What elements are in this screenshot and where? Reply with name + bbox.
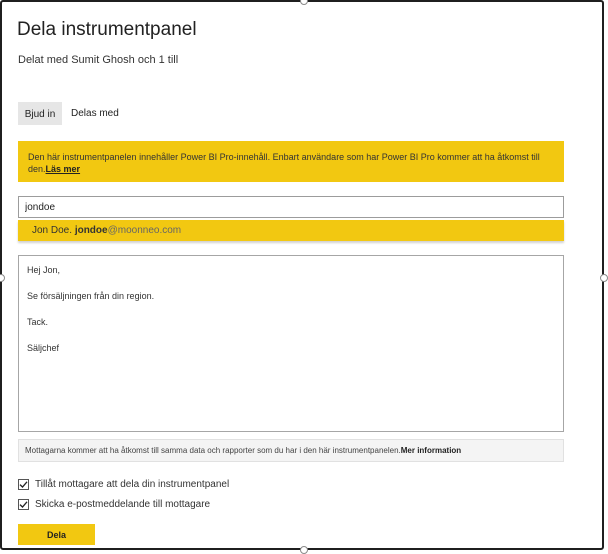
tab-shared-with[interactable]: Delas med bbox=[71, 102, 119, 125]
send-email-option[interactable]: Skicka e-postmeddelande till mottagare bbox=[18, 497, 210, 511]
suggestion-name: Jon Doe. bbox=[32, 225, 73, 236]
share-button[interactable]: Dela bbox=[18, 524, 95, 545]
allow-reshare-checkbox[interactable] bbox=[18, 478, 29, 490]
shared-with-summary: Delat med Sumit Ghosh och 1 till bbox=[18, 54, 179, 66]
resize-handle-right[interactable] bbox=[600, 274, 608, 282]
access-info-bar: Mottagarna kommer att ha åtkomst till sa… bbox=[18, 439, 564, 462]
allow-reshare-label: Tillåt mottagare att dela din instrument… bbox=[35, 478, 230, 490]
share-dashboard-dialog: Dela instrumentpanel Delat med Sumit Gho… bbox=[0, 0, 608, 554]
recipient-suggestion[interactable]: Jon Doe. jondoe@moonneo.com bbox=[18, 220, 564, 241]
message-textarea[interactable]: Hej Jon, Se försäljningen från din regio… bbox=[18, 255, 564, 432]
allow-reshare-option[interactable]: Tillåt mottagare att dela din instrument… bbox=[18, 477, 229, 491]
banner-text: Den här instrumentpanelen innehåller Pow… bbox=[28, 152, 540, 174]
resize-handle-top[interactable] bbox=[300, 0, 308, 5]
suggestion-email-match: jondoe bbox=[74, 225, 108, 236]
send-email-label: Skicka e-postmeddelande till mottagare bbox=[35, 498, 211, 510]
tab-invite[interactable]: Bjud in bbox=[18, 102, 62, 125]
access-info-text: Mottagarna kommer att ha åtkomst till sa… bbox=[25, 446, 401, 455]
checkmark-icon bbox=[19, 500, 28, 508]
dialog-title: Dela instrumentpanel bbox=[17, 19, 197, 40]
message-line: Hej Jon, bbox=[27, 265, 61, 275]
more-info-link[interactable]: Mer information bbox=[401, 446, 461, 455]
message-line: Säljchef bbox=[27, 343, 60, 353]
recipient-search-input[interactable] bbox=[18, 196, 564, 218]
message-line: Se försäljningen från din region. bbox=[27, 291, 155, 301]
send-email-checkbox[interactable] bbox=[18, 498, 29, 510]
resize-handle-bottom[interactable] bbox=[300, 546, 308, 554]
resize-handle-left[interactable] bbox=[0, 274, 5, 282]
learn-more-link[interactable]: Läs mer bbox=[46, 164, 81, 174]
message-line: Tack. bbox=[27, 317, 49, 327]
pro-content-banner: Den här instrumentpanelen innehåller Pow… bbox=[18, 141, 564, 182]
suggestion-email-domain: @moonneo.com bbox=[107, 225, 182, 236]
checkmark-icon bbox=[19, 480, 28, 488]
